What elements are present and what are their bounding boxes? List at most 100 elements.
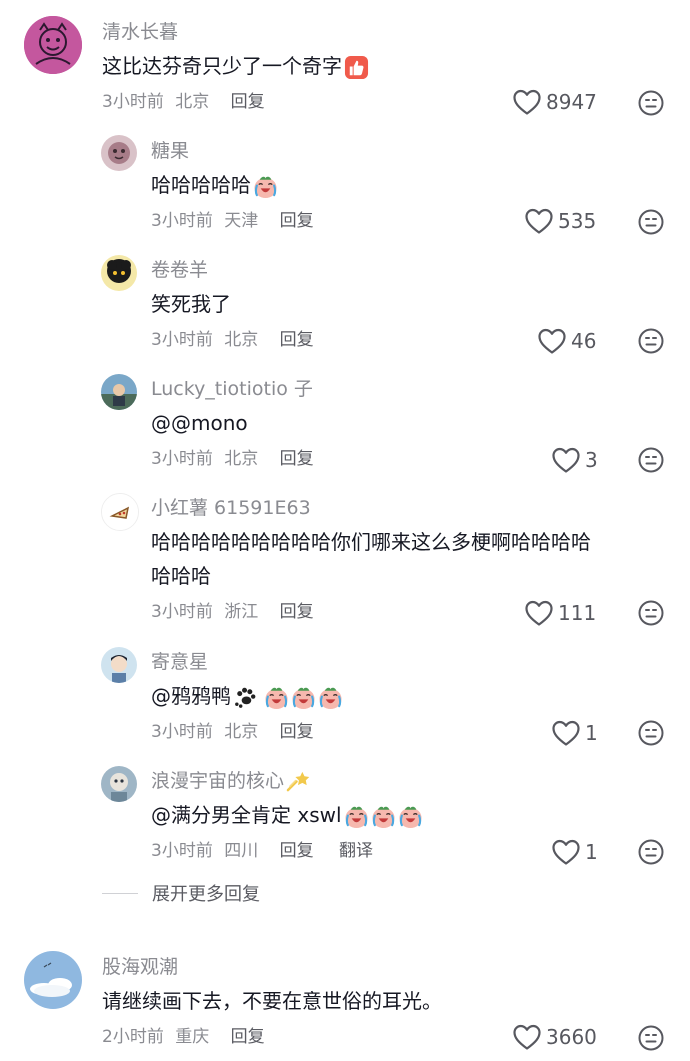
location: 浙江 [224,602,259,622]
location: 天津 [224,211,259,231]
avatar-illustration [24,951,82,1009]
comment-text: 笑死我了 [151,292,231,316]
laughing-cry-icon [291,685,316,710]
avatar[interactable] [24,16,82,74]
avatar[interactable] [101,135,137,171]
avatar[interactable] [101,647,137,683]
reply-button[interactable]: 回复 [231,1025,265,1049]
laughing-cry-icon [371,804,396,829]
laughing-cry-icon [253,174,278,199]
avatar[interactable] [24,951,82,1009]
timestamp: 2小时前 [102,1027,164,1047]
expand-replies-button[interactable]: 展开更多回复 [102,880,260,906]
timestamp: 3小时前 [151,602,213,622]
like-count: 535 [558,209,597,233]
avatar[interactable] [101,255,137,291]
heart-outline-icon [524,599,554,627]
comment-meta: 3小时前 浙江 回复 [151,600,314,624]
username[interactable]: 浪漫宇宙的核心 [151,769,311,794]
paw-prints-icon [233,685,258,710]
like-button[interactable]: 46 [537,325,596,357]
reply-button[interactable]: 回复 [280,328,314,352]
meh-face-icon [638,328,664,354]
avatar-illustration [101,647,137,683]
like-count: 1 [585,721,598,745]
avatar-illustration [24,16,82,74]
like-button[interactable]: 111 [524,597,596,629]
location: 北京 [224,722,259,742]
avatar[interactable] [101,374,137,410]
laughing-cry-icon [398,804,423,829]
dislike-button[interactable] [638,90,664,116]
location: 北京 [224,330,259,350]
avatar[interactable] [101,493,139,531]
username[interactable]: 小红薯 61591E63 [151,496,311,520]
like-button[interactable]: 1 [551,717,598,749]
comment-text: @鸦鸦鸭 [151,681,343,711]
heart-outline-icon [512,88,542,116]
dislike-button[interactable] [638,447,664,473]
meh-face-icon [638,1025,664,1051]
username[interactable]: Lucky_tiotiotio 子 [151,377,313,401]
meh-face-icon [638,720,664,746]
like-count: 3660 [546,1025,597,1049]
username[interactable]: 股海观潮 [102,955,178,979]
comment-text: @@mono [151,411,248,435]
like-count: 3 [585,448,598,472]
location: 北京 [224,449,259,469]
username[interactable]: 糖果 [151,139,189,163]
like-button[interactable]: 8947 [512,86,597,118]
timestamp: 3小时前 [151,330,213,350]
location: 北京 [175,92,210,112]
reply-button[interactable]: 回复 [280,720,314,744]
reply-button[interactable]: 回复 [231,90,265,114]
expand-replies-label: 展开更多回复 [152,884,260,905]
username[interactable]: 寄意星 [151,650,208,674]
like-button[interactable]: 535 [524,205,596,237]
like-button[interactable]: 3660 [512,1021,597,1053]
laughing-cry-icon [264,685,289,710]
like-count: 8947 [546,90,597,114]
dislike-button[interactable] [638,209,664,235]
laughing-cry-icon [318,685,343,710]
comment-meta: 3小时前 北京 回复 [151,328,314,352]
avatar-illustration [101,374,137,410]
like-count: 46 [571,329,597,353]
thumbs-up-icon [344,55,369,80]
dislike-button[interactable] [638,600,664,626]
shooting-star-icon [286,769,311,794]
comment-text: 哈哈哈哈哈 [151,170,278,200]
meh-face-icon [638,90,664,116]
comment-meta: 3小时前 天津 回复 [151,209,314,233]
comment-text: 这比达芬奇只少了一个奇字 [102,51,369,81]
dislike-button[interactable] [638,1025,664,1051]
reply-button[interactable]: 回复 [280,447,314,471]
reply-button[interactable]: 回复 [280,839,314,863]
comment-text-line: 哈哈哈 [151,564,211,588]
timestamp: 3小时前 [151,722,213,742]
username[interactable]: 清水长暮 [102,20,178,44]
comment-text-line: 哈哈哈哈哈哈哈哈哈你们哪来这么多梗啊哈哈哈哈 [151,530,591,554]
dislike-button[interactable] [638,720,664,746]
comment-meta: 3小时前 北京 回复 [151,447,314,471]
dislike-button[interactable] [638,839,664,865]
comment-text-content: @满分男全肯定 xswl [151,803,342,827]
comment-text: @满分男全肯定 xswl [151,800,423,830]
dislike-button[interactable] [638,328,664,354]
reply-button[interactable]: 回复 [280,209,314,233]
avatar[interactable] [101,766,137,802]
laughing-cry-icon [344,804,369,829]
heart-outline-icon [551,446,581,474]
translate-button[interactable]: 翻译 [339,839,373,863]
like-button[interactable]: 1 [551,836,598,868]
avatar-illustration [102,494,138,530]
timestamp: 3小时前 [151,841,213,861]
meh-face-icon [638,209,664,235]
reply-button[interactable]: 回复 [280,600,314,624]
meh-face-icon [638,839,664,865]
meh-face-icon [638,600,664,626]
username[interactable]: 卷卷羊 [151,258,208,282]
like-button[interactable]: 3 [551,444,598,476]
avatar-illustration [101,766,137,802]
heart-outline-icon [551,719,581,747]
